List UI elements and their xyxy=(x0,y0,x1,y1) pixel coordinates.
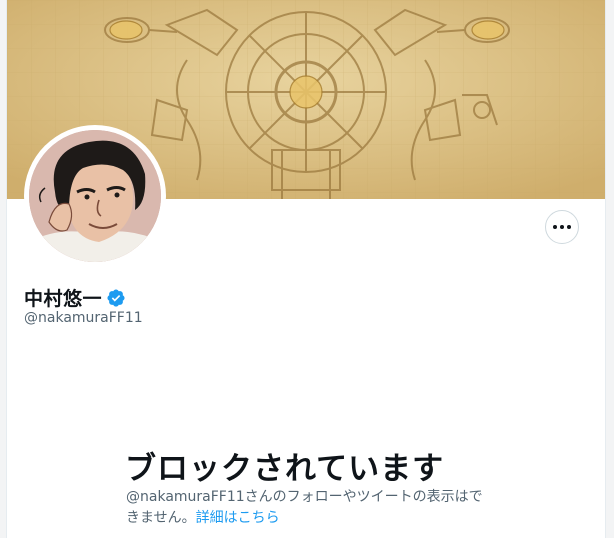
blocked-description-text: @nakamuraFF11さんのフォローやツイートの表示はできません。 xyxy=(126,489,483,526)
more-options-dot xyxy=(560,225,564,229)
left-sidebar-edge xyxy=(0,0,7,538)
blocked-title: ブロックされています xyxy=(125,451,445,487)
profile-avatar[interactable] xyxy=(24,125,166,267)
name-row: 中村悠一 xyxy=(24,284,126,311)
user-handle: @nakamuraFF11 xyxy=(24,310,143,326)
learn-more-link[interactable]: 詳細はこちら xyxy=(196,510,280,526)
verified-badge-icon xyxy=(107,288,125,307)
more-options-dot xyxy=(553,225,557,229)
more-options-dot xyxy=(567,225,571,229)
profile-column: 中村悠一 @nakamuraFF11 ブロックされています @nakamuraF… xyxy=(7,0,606,538)
blocked-description: @nakamuraFF11さんのフォローやツイートの表示はできません。詳細はこち… xyxy=(126,487,486,529)
avatar-image xyxy=(29,130,161,262)
right-sidebar-edge xyxy=(606,0,614,538)
display-name: 中村悠一 xyxy=(24,288,103,310)
more-options-button[interactable] xyxy=(545,210,579,244)
